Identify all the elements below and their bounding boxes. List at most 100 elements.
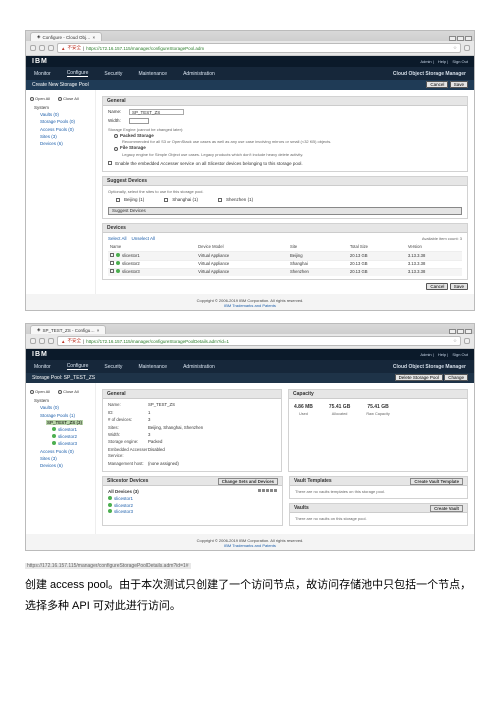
reload-button[interactable] — [48, 338, 54, 344]
close-all[interactable]: Close All — [58, 389, 79, 394]
browser-tab[interactable]: ◈ SP_TEST_ZS - Configu… × — [30, 325, 106, 334]
link-help[interactable]: Help — [438, 352, 446, 357]
tree-storage-pools[interactable]: Storage Pools (1) — [30, 412, 91, 419]
tree-sites[interactable]: Sites (3) — [30, 455, 91, 462]
device-table: Name Device Model Site Total Size Versio… — [108, 243, 462, 276]
patent-link[interactable]: IBM Trademarks and Patents — [224, 303, 276, 308]
width-select[interactable] — [129, 118, 149, 124]
nav-configure[interactable]: Configure — [67, 363, 89, 370]
tree-access-pools[interactable]: Access Pools (0) — [30, 448, 91, 455]
tree-system[interactable]: System — [30, 104, 91, 111]
tree-sp-selected[interactable]: SP_TEST_ZS (3) — [46, 420, 83, 425]
nav-maintenance[interactable]: Maintenance — [138, 71, 167, 77]
radio-file[interactable] — [114, 147, 118, 151]
url-text: https://172.16.157.115/manager/configure… — [86, 339, 229, 344]
link-admin[interactable]: Admin — [420, 59, 431, 64]
screenshot-storage-pool-detail: ◈ SP_TEST_ZS - Configu… × ▲ 不安全 | https:… — [25, 323, 475, 551]
name-input[interactable]: SP_TEST_ZS — [129, 109, 184, 115]
tree-vaults[interactable]: Vaults (0) — [30, 404, 91, 411]
tree-sites[interactable]: Sites (3) — [30, 133, 91, 140]
link-help[interactable]: Help — [438, 59, 446, 64]
back-button[interactable] — [30, 338, 36, 344]
tree-slicestor[interactable]: slicestor3 — [58, 441, 77, 446]
tab-title: SP_TEST_ZS - Configu… — [42, 328, 94, 333]
cancel-button[interactable]: Cancel — [426, 81, 448, 88]
browser-tab[interactable]: ◈ Configure - Cloud Obj… × — [30, 32, 102, 41]
site-beijing-check[interactable] — [116, 198, 120, 202]
unselect-all[interactable]: Unselect All — [132, 236, 156, 241]
file-label: File Storage — [120, 145, 146, 152]
header-links: Admin | Help | Sign Out — [417, 59, 468, 64]
bookmark-icon[interactable]: ☆ — [453, 338, 457, 344]
forward-button[interactable] — [39, 338, 45, 344]
site-shenzhen-check[interactable] — [218, 198, 222, 202]
status-icon — [52, 434, 56, 438]
nav-configure[interactable]: Configure — [67, 70, 89, 77]
address-bar[interactable]: ▲ 不安全 | https://172.16.157.115/manager/c… — [57, 43, 461, 53]
nav-security[interactable]: Security — [104, 364, 122, 370]
delete-pool-button[interactable]: Delete Storage Pool — [395, 374, 443, 381]
window-controls[interactable] — [449, 329, 474, 334]
link-signout[interactable]: Sign Out — [452, 352, 468, 357]
close-all[interactable]: Close All — [58, 96, 79, 101]
devices-panel: Devices Select All Unselect All Availabl… — [102, 223, 468, 280]
favicon-icon: ◈ — [37, 327, 40, 333]
tree-vaults[interactable]: Vaults (0) — [30, 111, 91, 118]
menu-button[interactable] — [464, 45, 470, 51]
vault-templates-panel: Vault Templates Create Vault Template Th… — [289, 476, 468, 499]
table-row[interactable]: slicestor1 Virtual ApplianceBeijing 20.1… — [108, 252, 462, 260]
forward-button[interactable] — [39, 45, 45, 51]
list-item[interactable]: slicestor3 — [114, 509, 133, 514]
figure-caption: https://172.16.157.115/manager/configure… — [25, 563, 475, 569]
link-signout[interactable]: Sign Out — [452, 59, 468, 64]
address-bar[interactable]: ▲ 不安全 | https://172.16.157.115/manager/c… — [57, 336, 461, 346]
open-all[interactable]: Open All — [30, 96, 50, 101]
reload-button[interactable] — [48, 45, 54, 51]
list-item[interactable]: slicestor2 — [114, 503, 133, 508]
create-vault-button[interactable]: Create Vault — [430, 505, 463, 512]
back-button[interactable] — [30, 45, 36, 51]
tab-title: Configure - Cloud Obj… — [42, 35, 90, 40]
nav-administration[interactable]: Administration — [183, 364, 215, 370]
change-sets-button[interactable]: Change Sets and Devices — [218, 478, 278, 485]
suggest-devices-button[interactable]: Suggest Devices — [108, 207, 462, 216]
patent-link[interactable]: IBM Trademarks and Patents — [224, 543, 276, 548]
close-icon[interactable]: × — [93, 35, 96, 40]
list-item[interactable]: slicestor1 — [114, 496, 133, 501]
tree-slicestor[interactable]: slicestor2 — [58, 434, 77, 439]
nav-monitor[interactable]: Monitor — [34, 71, 51, 77]
nav-maintenance[interactable]: Maintenance — [138, 364, 167, 370]
link-admin[interactable]: Admin — [420, 352, 431, 357]
nav-monitor[interactable]: Monitor — [34, 364, 51, 370]
packed-label: Packed Storage — [120, 133, 154, 140]
tree-storage-pools[interactable]: Storage Pools (0) — [30, 118, 91, 125]
select-all[interactable]: Select All — [108, 236, 127, 241]
save-button-bottom[interactable]: Save — [450, 283, 468, 290]
tree-access-pools[interactable]: Access Pools (0) — [30, 126, 91, 133]
tree-system[interactable]: System — [30, 397, 91, 404]
open-all[interactable]: Open All — [30, 389, 50, 394]
general-panel: General Name:SP_TEST_ZS ID:1 # of device… — [102, 389, 282, 472]
bookmark-icon[interactable]: ☆ — [453, 45, 457, 51]
table-row[interactable]: slicestor2 Virtual ApplianceShanghai 20.… — [108, 260, 462, 268]
radio-packed[interactable] — [114, 134, 118, 138]
favicon-icon: ◈ — [37, 34, 40, 40]
nav-security[interactable]: Security — [104, 71, 122, 77]
nav-administration[interactable]: Administration — [183, 71, 215, 77]
all-devices[interactable]: All Devices (3) — [108, 489, 139, 496]
cancel-button-bottom[interactable]: Cancel — [426, 283, 448, 290]
save-button[interactable]: Save — [450, 81, 468, 88]
tree-slicestor[interactable]: slicestor1 — [58, 427, 77, 432]
tree-devices[interactable]: Devices (6) — [30, 140, 91, 147]
status-icons — [258, 489, 277, 496]
window-controls[interactable] — [449, 36, 474, 41]
create-vault-template-button[interactable]: Create Vault Template — [410, 478, 463, 485]
close-icon[interactable]: × — [97, 328, 100, 333]
change-button[interactable]: Change — [444, 374, 468, 381]
embedded-checkbox[interactable] — [108, 161, 112, 165]
menu-button[interactable] — [464, 338, 470, 344]
tree-devices[interactable]: Devices (6) — [30, 462, 91, 469]
name-label: Name: — [108, 109, 126, 116]
table-row[interactable]: slicestor3 Virtual ApplianceShenzhen 20.… — [108, 268, 462, 276]
site-shanghai-check[interactable] — [164, 198, 168, 202]
